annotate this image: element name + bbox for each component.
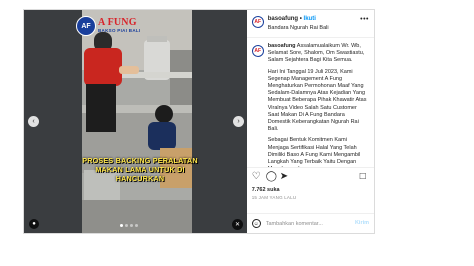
comment-bar: ☺ Kirim xyxy=(246,213,374,233)
post-side-panel: AF basoafung • Ikuti Bandara Ngurah Rai … xyxy=(246,10,374,233)
username-link[interactable]: basoafung xyxy=(268,16,298,22)
caption-paragraph: Sebagai Bentuk Komitmen Kami Menjaga Ser… xyxy=(267,137,361,167)
caption-area: AF basoafung Assalamualaikum Wr. Wb, Sel… xyxy=(247,38,374,167)
follow-button[interactable]: Ikuti xyxy=(304,16,316,22)
caption-text: basoafung Assalamualaikum Wr. Wb, Selama… xyxy=(268,43,369,167)
caption-username[interactable]: basoafung xyxy=(268,43,296,49)
emoji-icon[interactable]: ☺ xyxy=(251,219,261,228)
post-comment-button[interactable]: Kirim xyxy=(355,220,369,226)
caption-paragraph: Hari Ini Tanggal 19 Juli 2023, Kami Sege… xyxy=(267,68,367,133)
brand-logo: AF A FUNG BAKSO PIAI BALI xyxy=(76,16,146,36)
page: AF A FUNG BAKSO PIAI BALI PROSES BACKING… xyxy=(0,0,474,266)
next-media-button[interactable]: › xyxy=(233,116,244,127)
share-icon[interactable]: ➤ xyxy=(280,172,288,182)
brand-logo-mark: AF xyxy=(76,16,96,36)
user-icon: ● xyxy=(32,221,36,227)
caption-avatar[interactable]: AF xyxy=(251,45,264,57)
post-actions: ♡ ◯ ➤ □ 7.762 suka 15 JAM YANG LALU xyxy=(246,167,374,213)
post-header: AF basoafung • Ikuti Bandara Ngurah Rai … xyxy=(246,10,374,38)
carousel-dot xyxy=(125,224,128,227)
heart-icon[interactable]: ♡ xyxy=(252,172,261,182)
carousel-dot xyxy=(135,224,138,227)
brand-logo-subtitle: BAKSO PIAI BALI xyxy=(98,28,141,33)
post-timestamp: 15 JAM YANG LALU xyxy=(251,195,297,200)
video-frame xyxy=(24,10,247,233)
carousel-dot-active xyxy=(120,224,123,227)
mute-button[interactable]: ✕ xyxy=(232,219,243,230)
location-link[interactable]: Bandara Ngurah Rai Bali xyxy=(268,25,329,31)
avatar[interactable]: AF xyxy=(251,16,264,28)
comment-input[interactable] xyxy=(265,218,348,229)
more-options-icon[interactable]: ••• xyxy=(360,16,369,23)
carousel-dot xyxy=(130,224,133,227)
previous-media-button[interactable]: ‹ xyxy=(28,116,39,127)
tagged-users-button[interactable]: ● xyxy=(29,219,39,229)
post-card: AF A FUNG BAKSO PIAI BALI PROSES BACKING… xyxy=(23,9,375,234)
likes-count[interactable]: 7.762 suka xyxy=(252,187,280,193)
video-caption: PROSES BACKING PERALATAN MAKAN LAMA UNTU… xyxy=(82,156,198,183)
post-author: basoafung • Ikuti xyxy=(268,16,316,22)
speaker-muted-icon: ✕ xyxy=(234,222,241,228)
bookmark-icon[interactable]: □ xyxy=(360,172,366,182)
brand-logo-text: A FUNG xyxy=(98,17,137,28)
caption-paragraph: basoafung Assalamualaikum Wr. Wb, Selama… xyxy=(268,43,369,65)
chevron-right-icon: › xyxy=(237,118,240,125)
dot-separator: • xyxy=(299,16,302,22)
carousel-indicator xyxy=(120,224,138,227)
chevron-left-icon: ‹ xyxy=(32,118,35,125)
comment-icon[interactable]: ◯ xyxy=(266,172,277,182)
post-media[interactable]: AF A FUNG BAKSO PIAI BALI PROSES BACKING… xyxy=(24,10,247,233)
